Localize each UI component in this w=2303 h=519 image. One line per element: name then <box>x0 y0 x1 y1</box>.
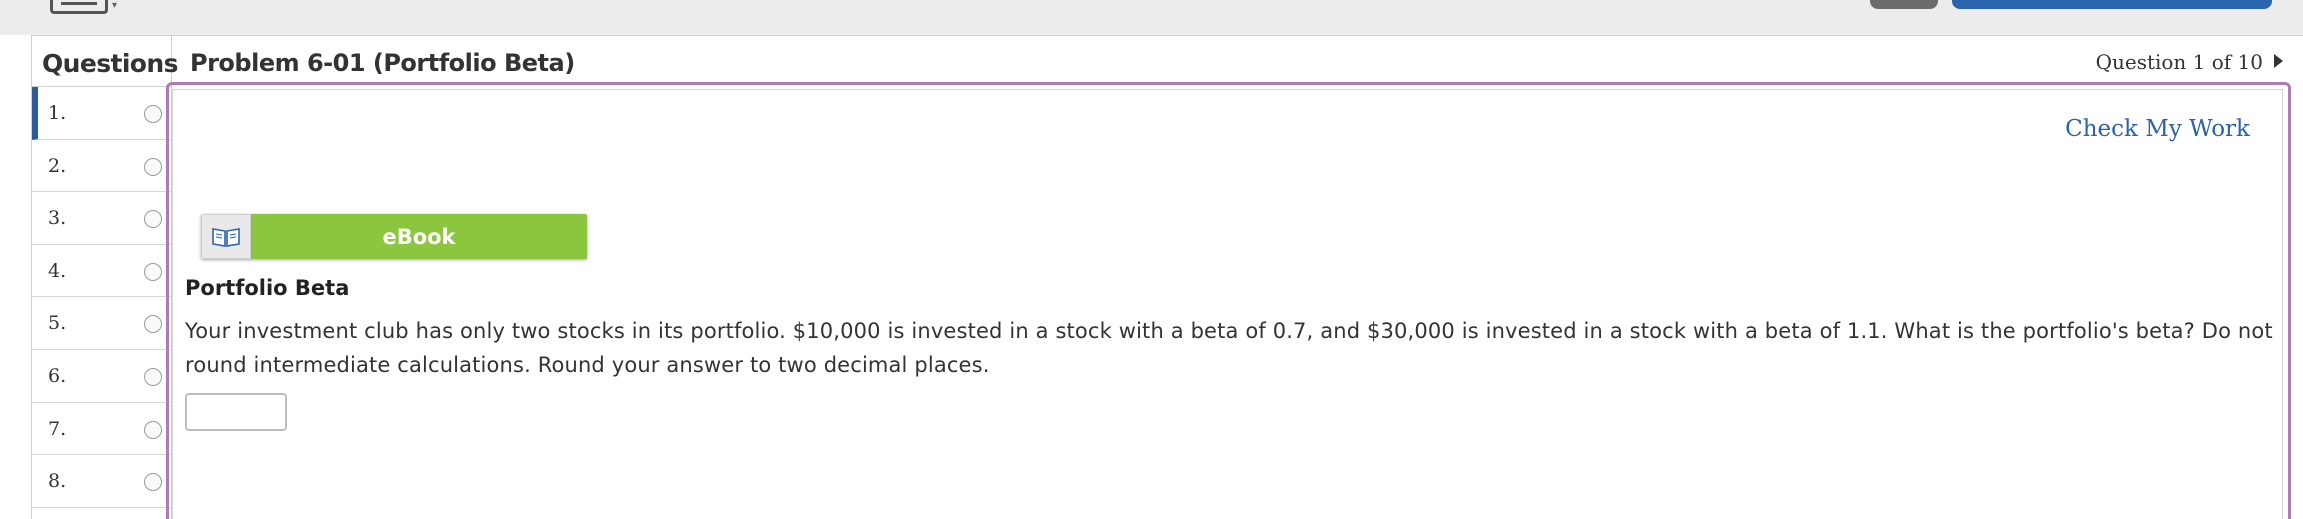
ebook-label: eBook <box>251 214 587 259</box>
question-status-radio <box>144 105 162 123</box>
top-toolbar: ▾ <box>0 0 2303 35</box>
next-question-arrow-icon[interactable] <box>2274 54 2283 68</box>
question-item-5[interactable]: 5. <box>32 297 171 350</box>
answer-input[interactable] <box>185 393 287 431</box>
question-number: 6. <box>48 364 67 387</box>
question-number: 5. <box>48 312 67 335</box>
question-number: 2. <box>48 154 67 177</box>
question-status-radio <box>144 262 162 281</box>
keyboard-icon[interactable] <box>50 0 108 14</box>
ebook-button[interactable]: eBook <box>201 214 587 259</box>
question-status-radio <box>144 315 162 334</box>
check-my-work-link[interactable]: Check My Work <box>2065 116 2250 142</box>
question-number: 8. <box>48 470 67 493</box>
question-number: 1. <box>48 102 67 124</box>
toolbar-gray-button[interactable] <box>1870 0 1938 9</box>
question-item-6[interactable]: 6. <box>32 350 171 403</box>
question-status-radio <box>144 473 162 492</box>
question-number: 3. <box>48 207 67 230</box>
question-status-radio <box>144 210 162 229</box>
toolbar-blue-button[interactable] <box>1952 0 2272 9</box>
problem-header: Problem 6-01 (Portfolio Beta) Question 1… <box>172 35 2303 87</box>
question-status-radio <box>144 157 162 176</box>
question-item-3[interactable]: 3. <box>32 192 171 245</box>
question-item-2[interactable]: 2. <box>32 140 171 193</box>
problem-title: Problem 6-01 (Portfolio Beta) <box>190 49 575 77</box>
question-number: 7. <box>48 417 67 440</box>
question-content: Check My Work eBook Portfolio Beta Your … <box>172 89 2283 519</box>
question-status-radio <box>144 420 162 439</box>
book-icon <box>201 214 251 259</box>
question-item-7[interactable]: 7. <box>32 403 171 456</box>
problem-statement: Your investment club has only two stocks… <box>185 319 2273 377</box>
question-item-1[interactable]: 1. <box>32 87 171 140</box>
questions-sidebar-title: Questions <box>32 35 178 87</box>
chevron-down-icon[interactable]: ▾ <box>112 0 117 11</box>
question-item-4[interactable]: 4. <box>32 245 171 298</box>
question-number: 4. <box>48 259 67 282</box>
question-item-8[interactable]: 8. <box>32 455 171 508</box>
questions-sidebar: Questions 1. 2. 3. 4. 5. 6. 7. 8. <box>31 35 178 519</box>
question-status-radio <box>144 367 162 386</box>
question-counter: Question 1 of 10 <box>2095 50 2263 74</box>
section-title: Portfolio Beta <box>185 276 350 300</box>
